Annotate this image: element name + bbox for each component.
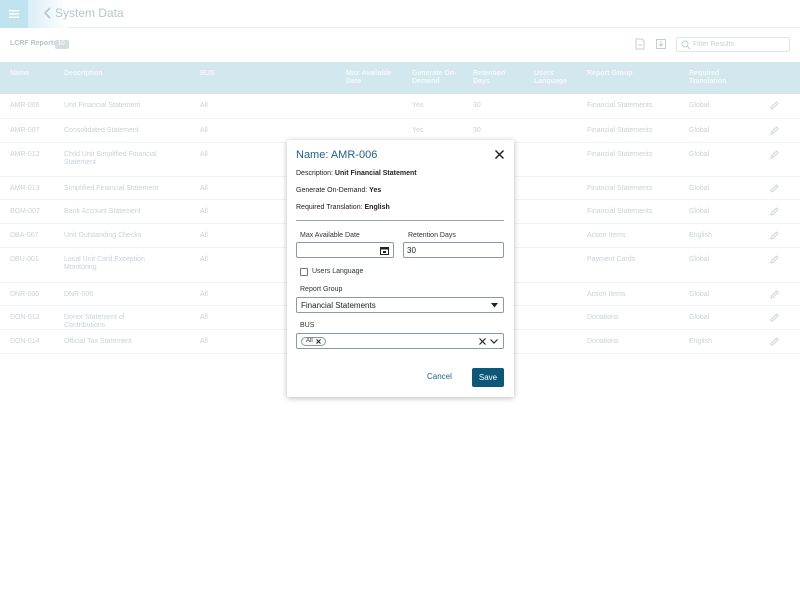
description-value: Unit Financial Statement — [334, 170, 417, 177]
generate-value: Yes — [369, 187, 382, 194]
retention-input[interactable] — [407, 245, 487, 255]
max-date-label: Max Available Date — [300, 232, 360, 239]
max-date-input[interactable] — [300, 245, 377, 255]
save-button[interactable]: Save — [472, 368, 504, 387]
dropdown-caret-icon[interactable] — [491, 303, 498, 308]
translation-value: English — [364, 204, 390, 211]
description-label: Description: — [296, 170, 333, 177]
generate-label: Generate On-Demand: — [296, 187, 368, 194]
bus-label: BUS — [300, 322, 315, 329]
report-group-label: Report Group — [300, 286, 343, 293]
retention-field[interactable] — [403, 242, 504, 258]
clear-selection-icon[interactable] — [479, 338, 486, 345]
chip-remove-icon[interactable] — [315, 339, 321, 344]
max-date-field[interactable] — [296, 242, 394, 258]
generate-info: Generate On-Demand: Yes — [296, 187, 381, 194]
report-group-value: Financial Statements — [301, 301, 376, 310]
translation-info: Required Translation: English — [296, 204, 390, 211]
report-group-select[interactable]: Financial Statements — [296, 297, 504, 313]
bus-chip-label: All — [306, 338, 313, 344]
chevron-down-icon[interactable] — [490, 339, 498, 344]
users-language-label: Users Language — [312, 268, 364, 275]
close-icon[interactable] — [494, 149, 505, 160]
description-info: Description: Unit Financial Statement — [296, 170, 417, 177]
calendar-icon[interactable] — [380, 246, 389, 255]
translation-label: Required Translation: — [296, 204, 363, 211]
edit-report-dialog: Name: AMR-006 Description: Unit Financia… — [287, 140, 514, 397]
bus-chip[interactable]: All — [301, 337, 326, 346]
retention-label: Retention Days — [408, 232, 456, 239]
bus-multiselect[interactable]: All — [296, 333, 504, 349]
divider — [296, 220, 504, 221]
users-language-checkbox[interactable] — [300, 268, 308, 276]
dialog-title: Name: AMR-006 — [296, 149, 378, 161]
cancel-button[interactable]: Cancel — [427, 372, 452, 381]
